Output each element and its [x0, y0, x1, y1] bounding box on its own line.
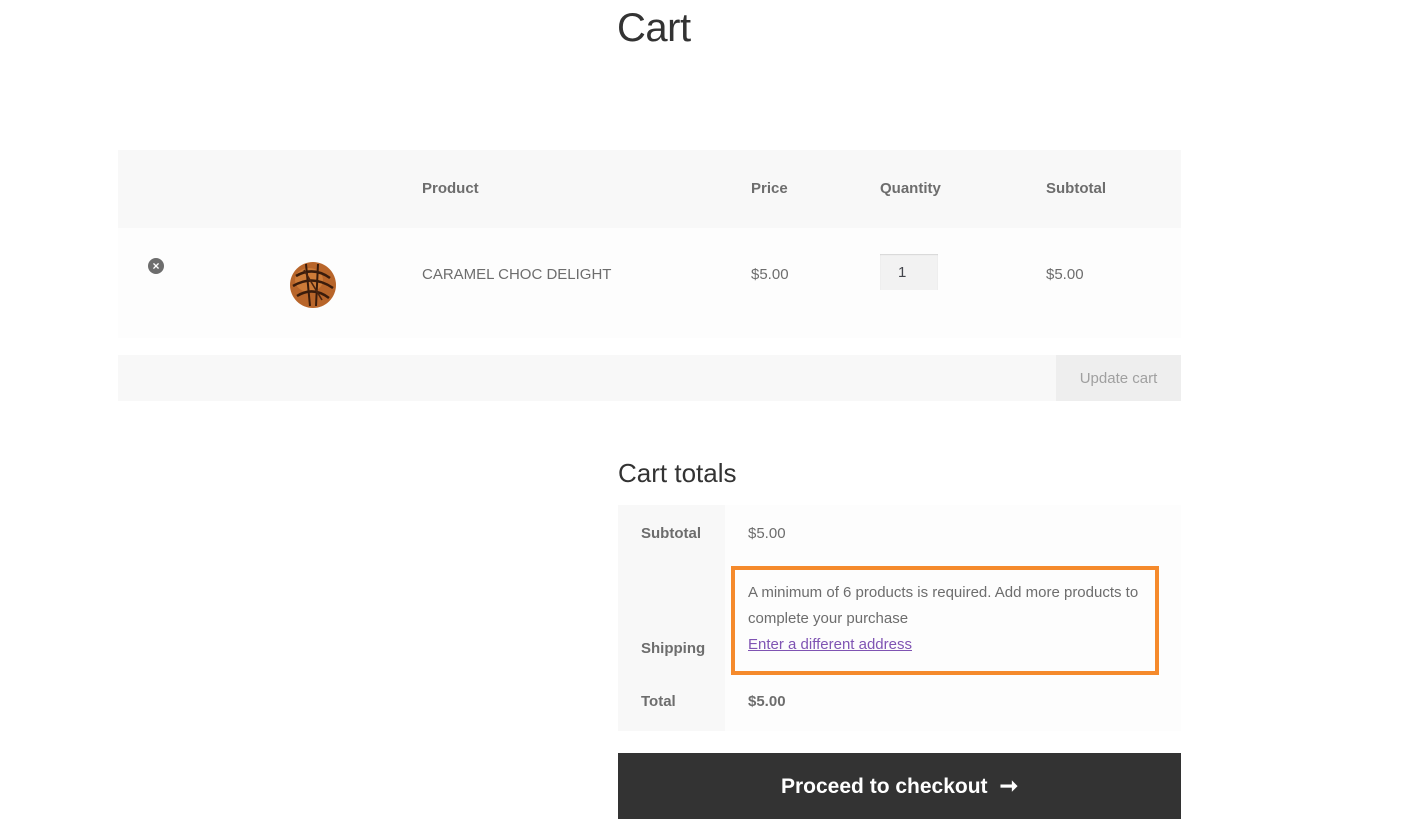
cart-actions-row: Update cart — [118, 355, 1181, 401]
totals-total-label: Total — [618, 673, 725, 731]
arrow-right-icon: ➞ — [999, 773, 1018, 798]
totals-total-row: Total $5.00 — [618, 673, 1181, 731]
page-title: Cart — [617, 6, 691, 50]
totals-subtotal-label: Subtotal — [618, 505, 725, 563]
shipping-notice-highlight: A minimum of 6 products is required. Add… — [731, 566, 1159, 675]
totals-subtotal-row: Subtotal $5.00 — [618, 505, 1181, 563]
product-subtotal: $5.00 — [1046, 266, 1084, 283]
cart-table: Product Price Quantity Subtotal CARAMEL … — [118, 150, 1181, 401]
quantity-input[interactable] — [880, 254, 938, 290]
column-header-quantity: Quantity — [880, 180, 941, 197]
remove-circle-icon[interactable]: × — [148, 258, 164, 274]
product-name-link[interactable]: CARAMEL CHOC DELIGHT — [422, 266, 611, 283]
product-thumbnail[interactable] — [288, 258, 338, 310]
shipping-label-text: Shipping — [641, 640, 706, 657]
column-header-subtotal: Subtotal — [1046, 180, 1106, 197]
cart-page: Cart Product Price Quantity Subtotal CAR… — [0, 0, 1402, 833]
column-header-product: Product — [422, 180, 479, 197]
enter-different-address-link[interactable]: Enter a different address — [748, 636, 912, 653]
cart-totals-title: Cart totals — [618, 458, 737, 488]
update-cart-button[interactable]: Update cart — [1056, 355, 1181, 401]
totals-shipping-label: Shipping — [618, 563, 725, 673]
totals-total-value: $5.00 — [725, 673, 1181, 731]
proceed-to-checkout-button[interactable]: Proceed to checkout ➞ — [618, 753, 1181, 819]
checkout-button-label: Proceed to checkout — [781, 775, 988, 798]
cart-item-row: CARAMEL CHOC DELIGHT $5.00 $5.00 — [118, 228, 1181, 338]
cart-table-header: Product Price Quantity Subtotal — [118, 150, 1181, 228]
totals-subtotal-value: $5.00 — [725, 505, 1181, 563]
chocolate-caramel-ball-image — [290, 262, 336, 308]
column-header-price: Price — [751, 180, 788, 197]
shipping-message: A minimum of 6 products is required. Add… — [748, 584, 1139, 627]
product-price: $5.00 — [751, 266, 789, 283]
